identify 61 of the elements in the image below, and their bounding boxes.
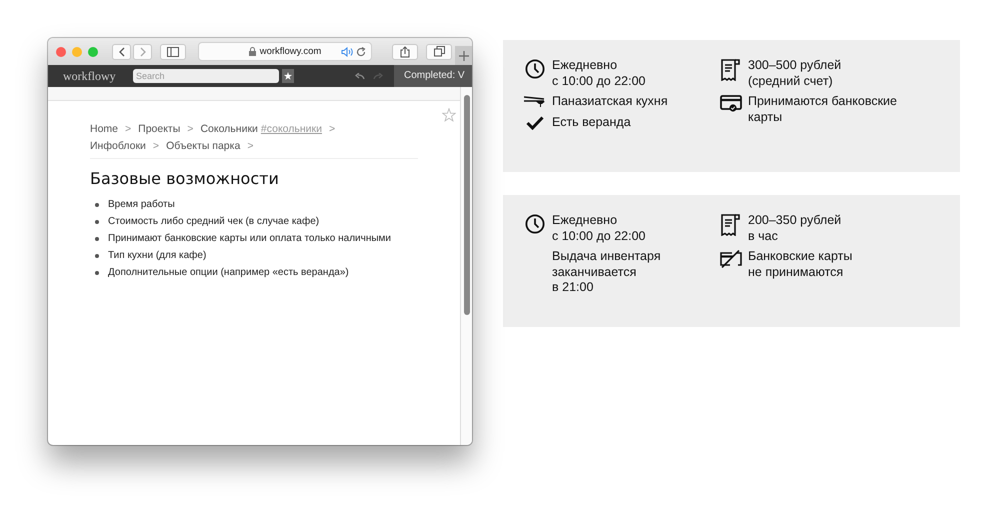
info-text: Ежедневно с 10:00 до 22:00 <box>552 213 646 244</box>
bullet-icon[interactable] <box>95 254 99 258</box>
info-text: Паназиатская кухня <box>552 94 668 110</box>
lock-icon <box>248 47 256 56</box>
breadcrumb-link[interactable]: Объекты парка <box>166 138 240 155</box>
checkmark-icon <box>526 116 544 130</box>
bullet-icon[interactable] <box>95 236 99 240</box>
clock-icon <box>525 59 545 79</box>
breadcrumb-link[interactable]: Home <box>90 121 118 138</box>
receipt-icon <box>721 59 741 81</box>
address-bar[interactable]: workflowy.com <box>198 42 372 61</box>
clock-icon <box>525 214 545 234</box>
info-text: Банковские карты не принимаются <box>748 249 852 280</box>
sidebar-icon <box>167 46 179 56</box>
info-text: 300–500 рублей (средний счет) <box>748 58 842 89</box>
breadcrumb-separator: > <box>329 122 336 137</box>
info-text: Ежедневно с 10:00 до 22:00 <box>552 58 646 89</box>
scrollbar-thumb[interactable] <box>464 95 470 315</box>
share-icon <box>400 46 410 58</box>
sidebar-button[interactable] <box>160 44 186 60</box>
list-item-text: Дополнительные опции (например «есть веранда») <box>108 267 349 278</box>
credit-card-icon <box>720 95 742 112</box>
breadcrumb-separator: > <box>125 122 132 137</box>
list-item-text: Принимают банковские карты или оплата только наличными <box>108 233 392 244</box>
chopsticks-icon <box>524 95 546 107</box>
chevron-left-icon <box>118 46 126 56</box>
share-button[interactable] <box>392 44 418 60</box>
url-text: workflowy.com <box>260 46 322 57</box>
bullet-icon[interactable] <box>95 270 99 274</box>
star-icon[interactable] <box>442 108 456 122</box>
breadcrumb-separator: > <box>187 122 194 137</box>
bullet-icon[interactable] <box>95 202 99 206</box>
back-button[interactable] <box>112 44 131 60</box>
new-tab-button[interactable] <box>455 46 472 65</box>
breadcrumb-link[interactable]: Проекты <box>138 121 180 138</box>
speaker-icon[interactable] <box>341 46 353 56</box>
breadcrumb-separator: > <box>247 139 254 154</box>
info-text: 200–350 рублей в час <box>748 213 842 244</box>
search-field[interactable]: Search <box>133 69 279 83</box>
reload-icon[interactable] <box>356 46 366 56</box>
completed-toggle[interactable]: Completed: V <box>394 65 472 87</box>
breadcrumb-separator: > <box>152 139 160 154</box>
undo-icon[interactable] <box>355 72 365 80</box>
breadcrumb-link[interactable]: Сокольники <box>200 121 258 138</box>
receipt-icon <box>721 214 741 236</box>
info-text: Есть веранда <box>552 114 631 130</box>
app-logo[interactable]: workflowy <box>63 68 133 84</box>
info-text: Принимаются банковские карты <box>748 94 897 125</box>
crossed-card-icon <box>720 250 742 268</box>
page-title: Базовые возможности <box>90 169 280 188</box>
plus-icon <box>458 50 468 60</box>
list-item-text: Время работы <box>108 199 175 210</box>
bullet-icon[interactable] <box>95 220 99 224</box>
list-item-text: Стоимость либо средний чек (в случае кафе) <box>108 216 320 227</box>
info-text: Выдача инвентаря заканчивается в 21:00 <box>552 249 661 296</box>
tabs-icon <box>434 46 444 57</box>
chevron-right-icon <box>138 46 146 56</box>
list-item-text: Тип кухни (для кафе) <box>108 250 206 261</box>
tabs-button[interactable] <box>426 44 452 60</box>
star-button[interactable] <box>282 69 294 83</box>
breadcrumb-link[interactable]: Инфоблоки <box>90 138 146 155</box>
